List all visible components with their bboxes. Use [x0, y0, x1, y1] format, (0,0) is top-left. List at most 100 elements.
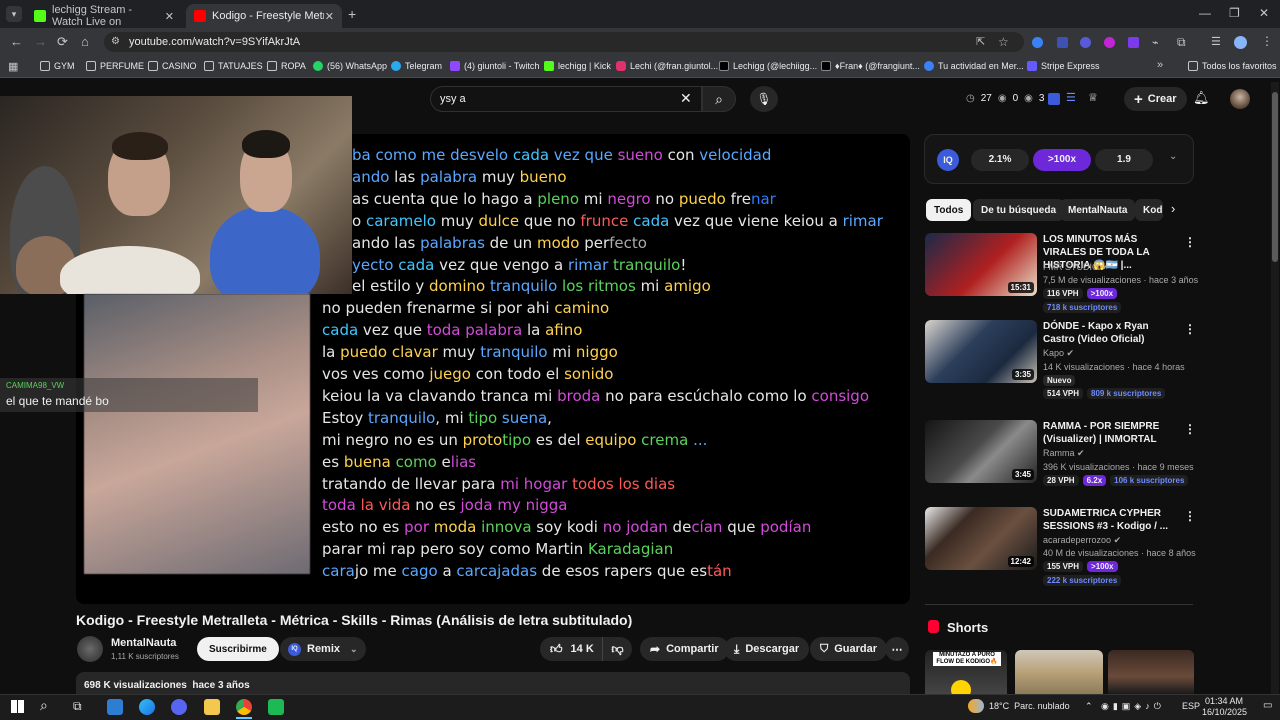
notifications-icon[interactable]: 🔔︎ [1193, 90, 1210, 106]
tab-search-button[interactable]: ▾ [6, 6, 22, 22]
extension-icon[interactable] [1128, 37, 1139, 48]
discord-icon[interactable] [171, 699, 187, 715]
dislike-button[interactable]: 👎︎ [602, 637, 632, 661]
bookmark-tatuajes[interactable]: TATUAJES [204, 61, 263, 71]
bookmark-telegram[interactable]: Telegram [391, 61, 442, 71]
reload-icon[interactable]: ⟳ [57, 34, 68, 50]
profile-icon[interactable] [1234, 36, 1247, 49]
clear-search-icon[interactable]: ✕ [680, 90, 692, 107]
all-favorites[interactable]: Todos los favoritos [1188, 61, 1277, 71]
channel-name[interactable]: acaradeperrozoo ✔ [1043, 535, 1121, 546]
more-icon[interactable]: ⋮ [1184, 509, 1196, 523]
site-info-icon[interactable]: ⚙ [111, 36, 120, 47]
windows-start-icon[interactable] [11, 700, 24, 713]
chevron-up-icon[interactable]: ⌃ [1085, 701, 1093, 712]
puzzle-icon[interactable]: ⧉ [1177, 35, 1186, 50]
bookmark-mercado[interactable]: Tu actividad en Mer... [924, 61, 1024, 71]
description-box[interactable]: 698 K visualizaciones hace 3 años [76, 672, 910, 696]
extension-icon[interactable] [1080, 37, 1091, 48]
short-thumbnail[interactable]: MINUTAZO A PURO FLOW DE KODIGO🔥 [925, 650, 1007, 694]
extension-icon[interactable] [1104, 37, 1115, 48]
video-title[interactable]: SUDAMETRICA CYPHER SESSIONS #3 - Kodigo … [1043, 507, 1183, 533]
edge-icon[interactable] [139, 699, 155, 715]
extension-icon[interactable] [1057, 37, 1068, 48]
more-icon[interactable]: ⋮ [1184, 322, 1196, 336]
chip-channel[interactable]: MentalNauta [1060, 199, 1136, 221]
bookmark-gym[interactable]: GYM [40, 61, 75, 71]
close-icon[interactable]: ✕ [325, 10, 334, 23]
share-button[interactable]: ➦ Compartir [640, 637, 729, 661]
extension-icon[interactable] [1032, 37, 1043, 48]
voice-search-button[interactable]: 🎙 [750, 86, 778, 112]
remix-button[interactable]: IQ Remix ⌄ [280, 637, 366, 661]
chip-todos[interactable]: Todos [926, 199, 972, 221]
extension-icon[interactable]: ☰ [1066, 91, 1076, 104]
channel-name[interactable]: Ramma ✔ [1043, 448, 1085, 459]
video-title[interactable]: DÓNDE - Kapo x Ryan Castro (Video Oficia… [1043, 320, 1183, 346]
more-icon[interactable]: ⋮ [1184, 235, 1196, 249]
window-close-button[interactable]: ✕ [1259, 6, 1269, 20]
chevron-right-icon[interactable]: › [1171, 201, 1175, 216]
weather-text[interactable]: 18°C Parc. nublado [989, 701, 1070, 711]
bookmark-casino[interactable]: CASINO [148, 61, 197, 71]
reading-list-icon[interactable]: ☰ [1211, 35, 1221, 48]
video-thumbnail[interactable]: 3:35 [925, 320, 1037, 383]
short-thumbnail[interactable] [1015, 650, 1103, 694]
minimize-button[interactable]: — [1199, 6, 1211, 20]
forward-icon[interactable]: → [34, 34, 47, 49]
bookmark-twitch[interactable]: (4) giuntoli - Twitch [450, 61, 539, 71]
iq-icon[interactable]: IQ [937, 149, 959, 171]
clock-date[interactable]: 16/10/2025 [1202, 707, 1247, 717]
extension-icon[interactable]: ♕ [1088, 91, 1098, 104]
bookmark-ropa[interactable]: ROPA [267, 61, 306, 71]
chip-kodigo[interactable]: Kod [1135, 199, 1163, 221]
home-icon[interactable]: ⌂ [81, 34, 89, 49]
video-thumbnail[interactable]: 12:42 [925, 507, 1037, 570]
chevron-down-icon[interactable]: ⌄ [1169, 151, 1177, 162]
save-button[interactable]: ⛉ Guardar [810, 637, 888, 661]
extension-icon[interactable]: ⌁ [1152, 36, 1159, 49]
video-thumbnail[interactable]: 3:45 [925, 420, 1037, 483]
bookmark-x[interactable]: ♦Fran♦ (@frangiunt... [821, 61, 920, 71]
clock-time[interactable]: 01:34 AM [1205, 696, 1243, 706]
bookmark-kick[interactable]: lechigg | Kick [544, 61, 611, 71]
language-indicator[interactable]: ESP [1182, 701, 1200, 711]
close-icon[interactable]: ✕ [165, 10, 174, 23]
channel-name[interactable]: FMR STUDIO ✔ [1043, 262, 1109, 273]
restore-button[interactable]: ❐ [1229, 6, 1240, 20]
tray-icons[interactable]: ◉▮▣◈♪⏻ [1101, 701, 1165, 712]
bookmark-instagram[interactable]: Lechi (@fran.giuntol... [616, 61, 718, 71]
channel-name[interactable]: MentalNauta [111, 637, 176, 649]
back-icon[interactable]: ← [10, 34, 23, 49]
more-bookmarks-icon[interactable]: » [1157, 59, 1163, 71]
search-icon[interactable]: ⌕ [40, 697, 48, 714]
apps-icon[interactable]: ▦ [8, 60, 18, 73]
bookmark-whatsapp[interactable]: (56) WhatsApp [313, 61, 387, 71]
notifications-icon[interactable]: ▭ [1263, 700, 1272, 711]
short-thumbnail[interactable] [1108, 650, 1194, 694]
bookmark-stripe[interactable]: Stripe Express [1027, 61, 1100, 71]
video-title[interactable]: RAMMA - POR SIEMPRE (Visualizer) | INMOR… [1043, 420, 1183, 446]
tab-youtube[interactable]: Kodigo - Freestyle Metralleta - ✕ [186, 4, 342, 28]
extension-icon[interactable] [1048, 93, 1060, 105]
bookmark-tiktok[interactable]: Lechigg (@lechiigg... [719, 61, 817, 71]
search-query[interactable]: ysy a [440, 93, 466, 105]
bookmark-perfume[interactable]: PERFUME [86, 61, 144, 71]
chrome-icon[interactable] [236, 699, 252, 715]
download-button[interactable]: ⤓ Descargar [724, 637, 810, 661]
app-icon[interactable] [204, 699, 220, 715]
video-thumbnail[interactable]: 15:31 [925, 233, 1037, 296]
url-text[interactable]: youtube.com/watch?v=9SYifAkrJtA [129, 36, 300, 48]
search-button[interactable]: ⌕ [702, 86, 736, 112]
avatar[interactable] [1230, 89, 1250, 109]
task-view-icon[interactable]: ⧉ [73, 699, 82, 714]
subscribe-button[interactable]: Suscribirme [197, 637, 279, 661]
menu-icon[interactable]: ⋮ [1261, 34, 1273, 48]
tab-kick[interactable]: lechigg Stream - Watch Live on ✕ [26, 4, 182, 28]
app-icon[interactable] [268, 699, 284, 715]
like-button[interactable]: 👍︎ 14 K [540, 637, 602, 661]
new-tab-button[interactable]: + [348, 6, 356, 22]
scrollbar-thumb[interactable] [1272, 92, 1278, 262]
channel-name[interactable]: Kapo ✔ [1043, 348, 1074, 359]
bookmark-star-icon[interactable]: ☆ [998, 35, 1009, 49]
